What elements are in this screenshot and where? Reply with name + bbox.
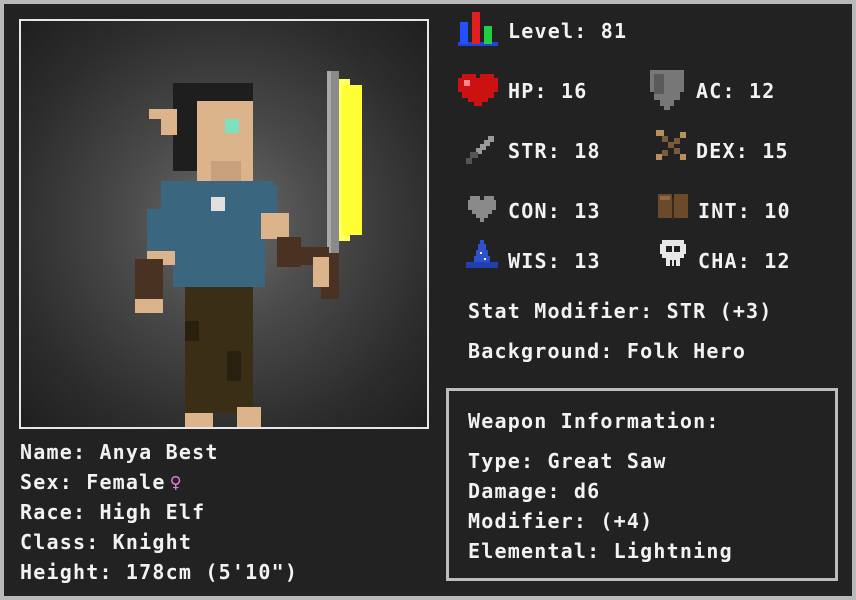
stat-ac: AC: 12	[696, 79, 775, 103]
stat-wis-label: WIS:	[508, 249, 561, 273]
stat-dex: DEX: 15	[696, 139, 789, 163]
book-icon	[658, 194, 688, 220]
level-value: 81	[600, 19, 628, 43]
weapon-elemental: Elemental: Lightning	[468, 539, 733, 563]
stat-int: INT: 10	[698, 199, 791, 223]
level-display: Level: 81	[508, 19, 627, 43]
stat-con: CON: 13	[508, 199, 601, 223]
shield-icon	[650, 70, 684, 110]
bar-chart-icon	[458, 12, 498, 46]
stat-ac-value: 12	[748, 79, 776, 103]
crossed-arrows-icon	[656, 130, 686, 160]
stat-str-value: 18	[574, 139, 601, 163]
stat-dex-value: 15	[762, 139, 789, 163]
stat-wis: WIS: 13	[508, 249, 601, 273]
heart-icon	[458, 74, 498, 106]
stat-cha-value: 12	[764, 249, 791, 273]
stat-hp-value: 16	[560, 79, 588, 103]
stat-con-label: CON:	[508, 199, 561, 223]
stat-int-label: INT:	[698, 199, 751, 223]
character-sex-label: Sex: Female	[20, 470, 166, 494]
level-label: Level:	[508, 19, 588, 43]
stat-con-value: 13	[574, 199, 601, 223]
stat-int-value: 10	[764, 199, 791, 223]
stat-str-label: STR:	[508, 139, 561, 163]
stat-hp: HP: 16	[508, 79, 587, 103]
character-name: Name: Anya Best	[20, 440, 219, 464]
character-class: Class: Knight	[20, 530, 193, 554]
weapon-modifier: Modifier: (+4)	[468, 509, 654, 533]
character-sprite	[135, 71, 362, 427]
stat-str: STR: 18	[508, 139, 601, 163]
character-height: Height: 178cm (5'10")	[20, 560, 299, 584]
skull-icon	[660, 240, 686, 266]
stat-cha: CHA: 12	[698, 249, 791, 273]
stat-dex-label: DEX:	[696, 139, 749, 163]
sword-icon	[466, 136, 494, 164]
weapon-damage: Damage: d6	[468, 479, 601, 503]
stat-cha-label: CHA:	[698, 249, 751, 273]
female-symbol-icon: ♀	[169, 470, 183, 494]
stat-ac-label: AC:	[696, 79, 736, 103]
character-sex: Sex: Female ♀	[20, 470, 183, 494]
stat-hp-label: HP:	[508, 79, 548, 103]
stat-wis-value: 13	[574, 249, 601, 273]
wizard-hat-icon	[466, 240, 498, 268]
background-info: Background: Folk Hero	[468, 339, 747, 363]
heart-outline-icon	[468, 196, 496, 222]
weapon-type: Type: Great Saw	[468, 449, 667, 473]
character-race: Race: High Elf	[20, 500, 206, 524]
character-portrait	[19, 19, 429, 429]
stat-modifier: Stat Modifier: STR (+3)	[468, 299, 773, 323]
weapon-info-title: Weapon Information:	[468, 409, 720, 433]
